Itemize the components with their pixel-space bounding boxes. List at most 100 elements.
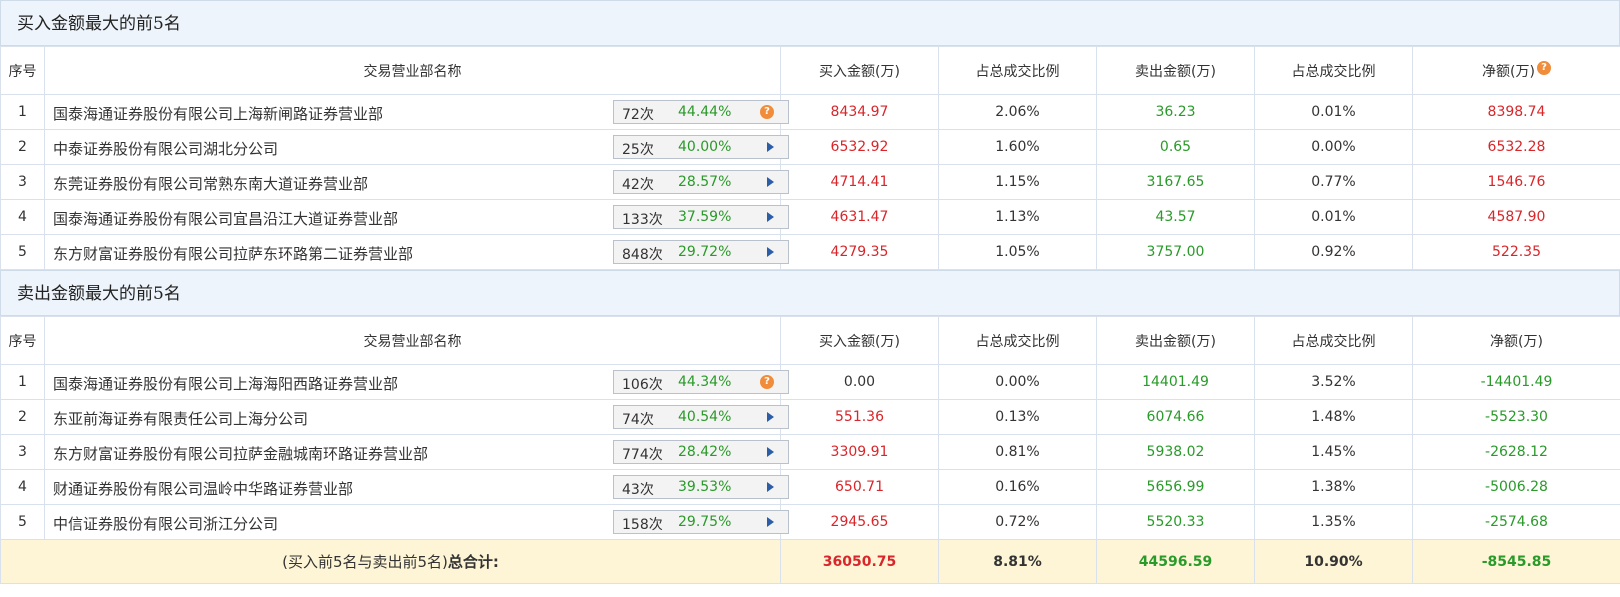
broker-name[interactable]: 中信证券股份有限公司浙江分公司 xyxy=(53,513,278,534)
times-count: 42次 xyxy=(622,177,654,193)
broker-name[interactable]: 财通证券股份有限公司温岭中华路证券营业部 xyxy=(53,478,353,499)
times-count: 106次 xyxy=(622,377,663,393)
net-amount: 1546.76 xyxy=(1412,164,1620,200)
broker-stats-badge[interactable]: 72次 44.44%? xyxy=(613,100,789,124)
question-icon[interactable]: ? xyxy=(760,375,774,389)
arrow-icon[interactable] xyxy=(767,447,774,457)
broker-cell: 财通证券股份有限公司温岭中华路证券营业部 43次 39.53% xyxy=(44,469,789,505)
broker-cell: 东方财富证券股份有限公司拉萨东环路第二证券营业部 848次 29.72% xyxy=(44,234,789,270)
win-rate: 40.54% xyxy=(678,409,732,425)
net-amount: -5523.30 xyxy=(1412,399,1620,435)
col-header-buy-ratio: 占总成交比例 xyxy=(938,46,1097,95)
question-icon[interactable]: ? xyxy=(1536,60,1551,75)
sell-ratio: 1.45% xyxy=(1254,434,1413,470)
broker-cell: 中泰证券股份有限公司湖北分公司 25次 40.00% xyxy=(44,129,789,165)
broker-name[interactable]: 国泰海通证券股份有限公司上海海阳西路证券营业部 xyxy=(53,373,398,394)
col-header-name: 交易营业部名称 xyxy=(44,316,781,365)
row-number: 3 xyxy=(0,164,45,200)
broker-stats-badge[interactable]: 106次 44.34%? xyxy=(613,370,789,394)
sell-ratio: 0.77% xyxy=(1254,164,1413,200)
buy-ratio: 1.13% xyxy=(938,199,1097,235)
broker-stats-badge[interactable]: 25次 40.00% xyxy=(613,135,789,159)
win-rate: 37.59% xyxy=(678,209,732,225)
broker-name[interactable]: 东莞证券股份有限公司常熟东南大道证券营业部 xyxy=(53,173,368,194)
arrow-icon[interactable] xyxy=(767,177,774,187)
times-count: 133次 xyxy=(622,212,663,228)
table-row: 1 国泰海通证券股份有限公司上海海阳西路证券营业部 106次 44.34%? 0.00 0… xyxy=(0,364,1620,400)
win-rate: 28.57% xyxy=(678,174,732,190)
net-amount: -2628.12 xyxy=(1412,434,1620,470)
row-number: 4 xyxy=(0,199,45,235)
arrow-icon[interactable] xyxy=(767,482,774,492)
buy-ratio: 0.72% xyxy=(938,504,1097,540)
buy-table-header: 序号 交易营业部名称 买入金额(万) 占总成交比例 卖出金额(万) 占总成交比例… xyxy=(0,46,1620,95)
buy-section-title: 买入金额最大的前5名 xyxy=(0,0,1620,46)
broker-cell: 国泰海通证券股份有限公司宜昌沿江大道证券营业部 133次 37.59% xyxy=(44,199,789,235)
arrow-icon[interactable] xyxy=(767,412,774,422)
net-amount: -5006.28 xyxy=(1412,469,1620,505)
arrow-icon[interactable] xyxy=(767,517,774,527)
table-row: 3 东莞证券股份有限公司常熟东南大道证券营业部 42次 28.57% 4714.41 1.… xyxy=(0,164,1620,200)
times-count: 158次 xyxy=(622,517,663,533)
broker-stats-badge[interactable]: 74次 40.54% xyxy=(613,405,789,429)
buy-ratio: 0.13% xyxy=(938,399,1097,435)
arrow-icon[interactable] xyxy=(767,247,774,257)
broker-cell: 东方财富证券股份有限公司拉萨金融城南环路证券营业部 774次 28.42% xyxy=(44,434,789,470)
broker-stats-badge[interactable]: 42次 28.57% xyxy=(613,170,789,194)
broker-cell: 中信证券股份有限公司浙江分公司 158次 29.75% xyxy=(44,504,789,540)
broker-name[interactable]: 东方财富证券股份有限公司拉萨金融城南环路证券营业部 xyxy=(53,443,428,464)
win-rate: 29.75% xyxy=(678,514,732,530)
total-net: -8545.85 xyxy=(1412,539,1620,584)
table-row: 2 中泰证券股份有限公司湖北分公司 25次 40.00% 6532.92 1.60% 0.6… xyxy=(0,129,1620,165)
table-row: 3 东方财富证券股份有限公司拉萨金融城南环路证券营业部 774次 28.42% 3309… xyxy=(0,434,1620,470)
broker-stats-badge[interactable]: 848次 29.72% xyxy=(613,240,789,264)
sell-ratio: 1.38% xyxy=(1254,469,1413,505)
row-number: 5 xyxy=(0,504,45,540)
row-number: 2 xyxy=(0,399,45,435)
buy-amount: 650.71 xyxy=(780,469,939,505)
col-header-sell-ratio: 占总成交比例 xyxy=(1254,46,1413,95)
broker-name[interactable]: 东亚前海证券有限责任公司上海分公司 xyxy=(53,408,308,429)
table-row: 2 东亚前海证券有限责任公司上海分公司 74次 40.54% 551.36 0.13% 60… xyxy=(0,399,1620,435)
col-header-net: 净额(万) xyxy=(1412,316,1620,365)
broker-name[interactable]: 国泰海通证券股份有限公司上海新闸路证券营业部 xyxy=(53,103,383,124)
times-count: 774次 xyxy=(622,447,663,463)
broker-stats-badge[interactable]: 43次 39.53% xyxy=(613,475,789,499)
win-rate: 44.34% xyxy=(678,374,732,390)
net-amount: -2574.68 xyxy=(1412,504,1620,540)
total-buy: 36050.75 xyxy=(780,539,939,584)
net-amount: 4587.90 xyxy=(1412,199,1620,235)
question-icon[interactable]: ? xyxy=(760,105,774,119)
row-number: 3 xyxy=(0,434,45,470)
row-number: 5 xyxy=(0,234,45,270)
arrow-icon[interactable] xyxy=(767,142,774,152)
total-sell: 44596.59 xyxy=(1096,539,1255,584)
broker-stats-badge[interactable]: 774次 28.42% xyxy=(613,440,789,464)
col-header-name: 交易营业部名称 xyxy=(44,46,781,95)
times-count: 74次 xyxy=(622,412,654,428)
win-rate: 29.72% xyxy=(678,244,732,260)
win-rate: 44.44% xyxy=(678,104,732,120)
broker-name[interactable]: 国泰海通证券股份有限公司宜昌沿江大道证券营业部 xyxy=(53,208,398,229)
total-row: (买入前5名与卖出前5名)总合计: 36050.75 8.81% 44596.5… xyxy=(0,539,1620,584)
sell-amount: 3167.65 xyxy=(1096,164,1255,200)
arrow-icon[interactable] xyxy=(767,212,774,222)
buy-amount: 4279.35 xyxy=(780,234,939,270)
sell-ratio: 3.52% xyxy=(1254,364,1413,400)
sell-section-title: 卖出金额最大的前5名 xyxy=(0,270,1620,316)
buy-ratio: 1.60% xyxy=(938,129,1097,165)
buy-ratio: 1.15% xyxy=(938,164,1097,200)
buy-table: 序号 交易营业部名称 买入金额(万) 占总成交比例 卖出金额(万) 占总成交比例… xyxy=(0,46,1620,270)
broker-name[interactable]: 中泰证券股份有限公司湖北分公司 xyxy=(53,138,278,159)
broker-name[interactable]: 东方财富证券股份有限公司拉萨东环路第二证券营业部 xyxy=(53,243,413,264)
sell-amount: 5938.02 xyxy=(1096,434,1255,470)
net-amount: -14401.49 xyxy=(1412,364,1620,400)
buy-amount: 8434.97 xyxy=(780,94,939,130)
sell-ratio: 1.48% xyxy=(1254,399,1413,435)
sell-amount: 5520.33 xyxy=(1096,504,1255,540)
sell-table-header: 序号 交易营业部名称 买入金额(万) 占总成交比例 卖出金额(万) 占总成交比例… xyxy=(0,316,1620,365)
buy-amount: 4631.47 xyxy=(780,199,939,235)
buy-amount: 0.00 xyxy=(780,364,939,400)
broker-stats-badge[interactable]: 158次 29.75% xyxy=(613,510,789,534)
broker-stats-badge[interactable]: 133次 37.59% xyxy=(613,205,789,229)
